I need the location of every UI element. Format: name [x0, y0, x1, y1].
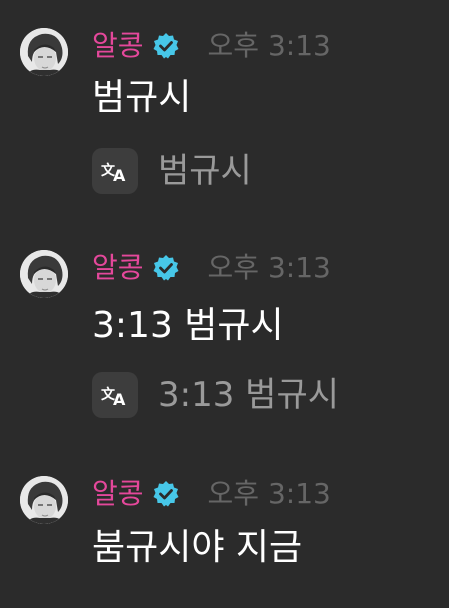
svg-text:A: A [113, 390, 126, 408]
message-header: 알콩 오후 3:13 [92, 250, 331, 286]
message-text: 3:13 범규시 [92, 305, 284, 346]
timestamp: 오후 3:13 [207, 251, 331, 284]
translate-icon: 文 A [101, 162, 126, 184]
translation-row: 文 A 범규시 [92, 148, 252, 194]
avatar[interactable] [20, 28, 68, 76]
avatar[interactable] [20, 476, 68, 524]
timestamp: 오후 3:13 [207, 29, 331, 62]
translated-text: 범규시 [158, 151, 252, 191]
message-text: 범규시 [92, 77, 192, 118]
translated-text: 3:13 범규시 [158, 375, 339, 415]
message-header: 알콩 오후 3:13 [92, 476, 331, 512]
username[interactable]: 알콩 [92, 476, 144, 512]
verified-badge-icon [152, 254, 180, 282]
timestamp: 오후 3:13 [207, 477, 331, 510]
translate-icon: 文 A [101, 386, 126, 408]
message-header: 알콩 오후 3:13 [92, 28, 331, 64]
message-text: 붐규시야 지금 [92, 527, 303, 568]
username[interactable]: 알콩 [92, 250, 144, 286]
translate-button[interactable]: 文 A [92, 372, 138, 418]
avatar[interactable] [20, 250, 68, 298]
translate-button[interactable]: 文 A [92, 148, 138, 194]
verified-badge-icon [152, 480, 180, 508]
username[interactable]: 알콩 [92, 28, 144, 64]
svg-text:A: A [113, 166, 126, 184]
translation-row: 文 A 3:13 범규시 [92, 372, 339, 418]
verified-badge-icon [152, 32, 180, 60]
